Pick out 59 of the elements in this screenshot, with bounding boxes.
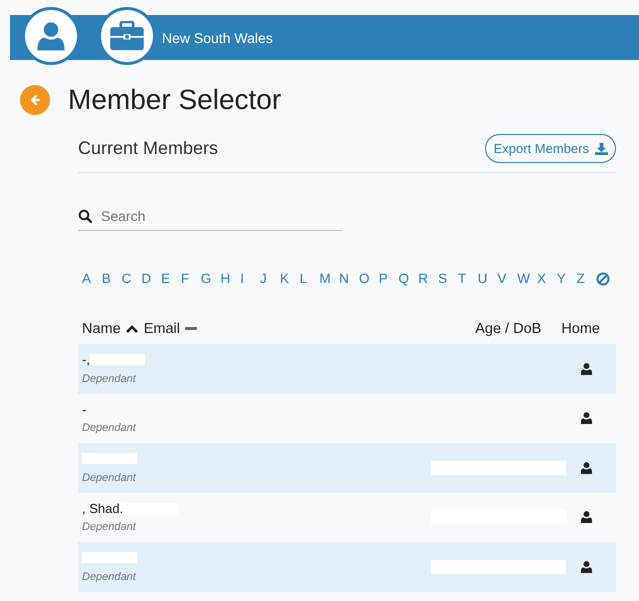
letter-filter[interactable]: U [478, 271, 498, 286]
letter-filter[interactable]: C [122, 271, 142, 286]
search-field[interactable]: Search [99, 207, 333, 225]
person-icon [580, 560, 592, 573]
member-row[interactable]: Dependant [78, 443, 616, 492]
region-name: New South Wales [162, 30, 273, 46]
letter-filter[interactable]: I [240, 271, 260, 286]
page-title: Member Selector [68, 84, 282, 116]
letter-filter[interactable]: N [339, 271, 359, 286]
member-row[interactable]: - Dependant [78, 394, 616, 443]
arrow-left-icon [29, 94, 41, 106]
member-role: Dependant [82, 372, 138, 385]
letter-filter[interactable]: G [200, 271, 220, 286]
letter-filter[interactable]: M [319, 271, 340, 286]
letter-filter[interactable]: T [458, 271, 478, 286]
letter-filter[interactable]: W [517, 271, 537, 286]
letter-filter[interactable]: L [300, 271, 320, 286]
letter-filter[interactable]: D [141, 271, 162, 286]
letter-filter[interactable]: E [161, 271, 181, 286]
export-button[interactable]: Export Members [484, 134, 616, 163]
column-header[interactable]: Home [561, 321, 600, 337]
briefcase-icon [108, 21, 146, 51]
letter-filter[interactable]: A [82, 271, 102, 286]
member-name: -, [82, 352, 90, 368]
download-icon [595, 142, 608, 155]
column-header[interactable]: Email [144, 321, 203, 337]
letter-filter[interactable]: K [280, 271, 300, 286]
letter-filter[interactable]: Q [398, 271, 418, 286]
letter-filter[interactable]: V [497, 271, 518, 286]
letter-filter[interactable]: B [102, 271, 122, 286]
letter-filter[interactable]: F [180, 271, 201, 286]
column-header[interactable]: Age / DoB [475, 321, 562, 337]
letter-filter[interactable]: P [378, 271, 398, 286]
member-name: , Shad. [82, 500, 124, 516]
letter-filter[interactable]: J [260, 271, 280, 286]
member-name: - [82, 402, 86, 417]
letter-filter[interactable]: Z [576, 271, 596, 286]
member-role: Dependant [82, 472, 138, 484]
letter-filter[interactable]: R [418, 271, 438, 286]
letter-filter[interactable]: O [358, 271, 379, 286]
member-row[interactable]: , Shad. Dependant [78, 492, 616, 542]
member-role: Dependant [82, 521, 138, 534]
letter-filter[interactable]: S [438, 271, 458, 286]
back-button[interactable] [20, 85, 50, 115]
person-icon [580, 362, 592, 375]
person-icon [580, 462, 592, 474]
column-header[interactable]: Name [82, 321, 144, 337]
member-row[interactable]: -, Dependant [78, 344, 616, 394]
letter-filter[interactable]: H [220, 271, 240, 286]
person-icon [580, 511, 592, 524]
letter-filter[interactable]: Y [556, 271, 577, 286]
member-role: Dependant [82, 570, 138, 583]
member-role: Dependant [82, 422, 138, 434]
no-entry-icon [596, 272, 610, 286]
member-row[interactable]: Dependant [78, 542, 616, 592]
section-title: Current Members [78, 138, 218, 159]
letter-filter[interactable]: X [536, 271, 557, 286]
person-icon [580, 412, 592, 424]
search-icon [78, 209, 92, 223]
